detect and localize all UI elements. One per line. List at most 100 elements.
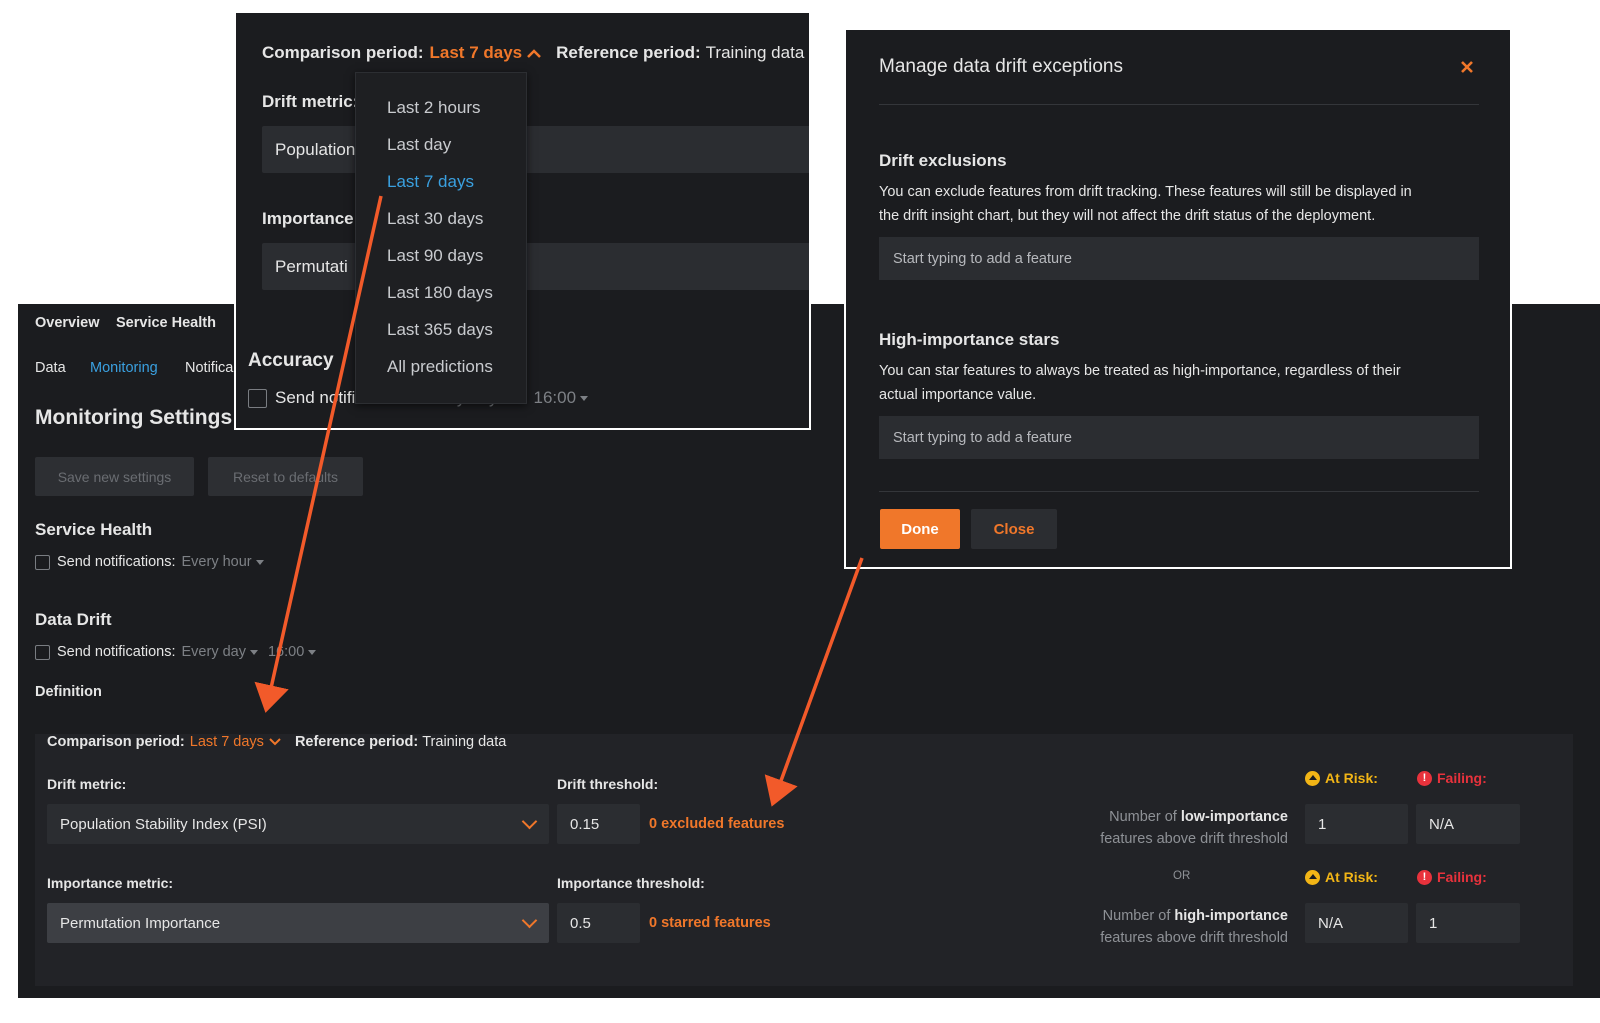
error-icon: ! [1417, 869, 1432, 885]
importance-metric-label: Importance [262, 209, 354, 228]
option-last-day[interactable]: Last day [356, 126, 526, 163]
time-value: 16:00 [533, 388, 577, 407]
data-drift-checkbox[interactable] [35, 644, 50, 660]
data-drift-notify-row: Send notifications: Every day 16:00 [35, 644, 317, 660]
comparison-period-label: Comparison period: [47, 734, 185, 750]
chevron-up-icon[interactable] [526, 47, 542, 59]
comparison-period-dropdown: Last 2 hours Last day Last 7 days Last 3… [355, 72, 527, 404]
subtab-data[interactable]: Data [35, 360, 66, 376]
low-importance-term: low-importance [1180, 809, 1288, 825]
high-importance-stars-heading: High-importance stars [879, 330, 1060, 349]
reference-period-value: Training data [422, 734, 507, 750]
service-health-notify-row: Send notifications: Every hour [35, 554, 264, 570]
low-suffix: features above drift threshold [1100, 831, 1288, 847]
high-importance-description: Number of high-importance features above… [1040, 905, 1288, 949]
or-label: OR [1173, 870, 1191, 882]
high-failing-input[interactable]: 1 [1416, 903, 1520, 943]
description-line: You can exclude features from drift trac… [879, 184, 1412, 200]
frequency-value: Every hour [181, 554, 252, 570]
option-last-7-days[interactable]: Last 7 days [356, 163, 526, 200]
option-last-90-days[interactable]: Last 90 days [356, 237, 526, 274]
done-button[interactable]: Done [880, 509, 960, 549]
accuracy-checkbox[interactable] [248, 388, 267, 408]
frequency-value: Every day [181, 644, 246, 660]
comparison-period-label: Comparison period: [262, 43, 424, 62]
tab-overview[interactable]: Overview [35, 315, 100, 331]
caret-down-icon [580, 396, 589, 402]
exclusions-input[interactable]: Start typing to add a feature [879, 237, 1479, 280]
description-line: the drift insight chart, but they will n… [879, 207, 1376, 224]
definition-heading: Definition [35, 684, 102, 700]
drift-exclusions-heading: Drift exclusions [879, 151, 1007, 170]
at-risk-label: At Risk: [1325, 770, 1378, 786]
chevron-down-icon [521, 912, 538, 929]
starred-features-link[interactable]: 0 starred features [649, 915, 771, 931]
modal-divider [879, 104, 1479, 105]
data-drift-heading: Data Drift [35, 610, 112, 629]
close-icon[interactable] [1459, 59, 1475, 75]
low-failing-input[interactable]: N/A [1416, 804, 1520, 844]
excluded-features-link[interactable]: 0 excluded features [649, 816, 784, 832]
tab-service-health[interactable]: Service Health [116, 315, 216, 331]
failing-label: Failing: [1437, 770, 1487, 786]
reset-defaults-button[interactable]: Reset to defaults [208, 457, 363, 496]
subtab-notifications[interactable]: Notifica [185, 360, 233, 376]
time-value: 16:00 [267, 644, 305, 660]
drift-threshold-input[interactable]: 0.15 [557, 804, 640, 844]
accuracy-heading: Accuracy [248, 350, 334, 371]
time-select[interactable]: 16:00 [534, 388, 589, 408]
caret-down-icon [308, 649, 317, 655]
time-select[interactable]: 16:00 [267, 644, 317, 660]
send-notifications-label: Send notifications: [57, 644, 176, 660]
service-health-checkbox[interactable] [35, 554, 50, 570]
drift-metric-select[interactable]: Population [262, 126, 809, 173]
low-at-risk-input[interactable]: 1 [1305, 804, 1408, 844]
stars-description: You can star features to always be treat… [879, 360, 1489, 407]
chevron-down-icon[interactable] [268, 737, 282, 747]
option-last-365-days[interactable]: Last 365 days [356, 311, 526, 348]
caret-down-icon [249, 649, 258, 655]
option-all-predictions[interactable]: All predictions [356, 348, 526, 385]
at-risk-header: At Risk: [1305, 869, 1378, 885]
error-icon: ! [1417, 770, 1432, 786]
frequency-select[interactable]: Every day [182, 644, 258, 660]
high-importance-term: high-importance [1174, 908, 1288, 924]
drift-threshold-label: Drift threshold: [557, 776, 659, 792]
drift-exceptions-modal: Manage data drift exceptions Drift exclu… [844, 28, 1512, 569]
frequency-select[interactable]: Every hour [182, 554, 264, 570]
high-suffix: features above drift threshold [1100, 930, 1288, 946]
comparison-period-select[interactable]: Last 7 days [430, 43, 523, 63]
description-line: You can star features to always be treat… [879, 363, 1401, 379]
option-last-180-days[interactable]: Last 180 days [356, 274, 526, 311]
stars-input[interactable]: Start typing to add a feature [879, 416, 1479, 459]
period-row: Comparison period: Last 7 days Reference… [47, 734, 506, 750]
failing-header: ! Failing: [1417, 770, 1487, 786]
close-button[interactable]: Close [971, 509, 1057, 549]
warning-icon [1305, 770, 1320, 786]
option-last-30-days[interactable]: Last 30 days [356, 200, 526, 237]
chevron-down-icon [521, 813, 538, 830]
importance-metric-label: Importance metric: [47, 875, 174, 891]
drift-metric-label: Drift metric: [262, 92, 359, 111]
low-prefix: Number of [1109, 809, 1177, 825]
importance-metric-select[interactable]: Permutati [262, 243, 809, 290]
drift-metric-select[interactable]: Population Stability Index (PSI) [47, 804, 549, 844]
reference-period-label: Reference period: [294, 734, 419, 750]
description-line: actual importance value. [879, 386, 1037, 403]
modal-title: Manage data drift exceptions [879, 56, 1123, 77]
subtab-monitoring[interactable]: Monitoring [90, 360, 158, 376]
comparison-period-select[interactable]: Last 7 days [190, 734, 264, 750]
importance-threshold-input[interactable]: 0.5 [557, 903, 640, 943]
option-last-2-hours[interactable]: Last 2 hours [356, 89, 526, 126]
service-health-heading: Service Health [35, 520, 153, 539]
high-at-risk-input[interactable]: N/A [1305, 903, 1408, 943]
high-prefix: Number of [1102, 908, 1171, 924]
importance-threshold-label: Importance threshold: [557, 875, 705, 891]
send-notifications-label: Send notifications: [57, 554, 176, 570]
at-risk-label: At Risk: [1325, 869, 1378, 885]
save-settings-button[interactable]: Save new settings [35, 457, 194, 496]
importance-metric-value: Permutation Importance [60, 914, 221, 932]
callout-period-row: Comparison period: Last 7 days Reference… [262, 43, 804, 63]
drift-metric-value: Population Stability Index (PSI) [60, 815, 267, 833]
importance-metric-select[interactable]: Permutation Importance [47, 903, 549, 943]
